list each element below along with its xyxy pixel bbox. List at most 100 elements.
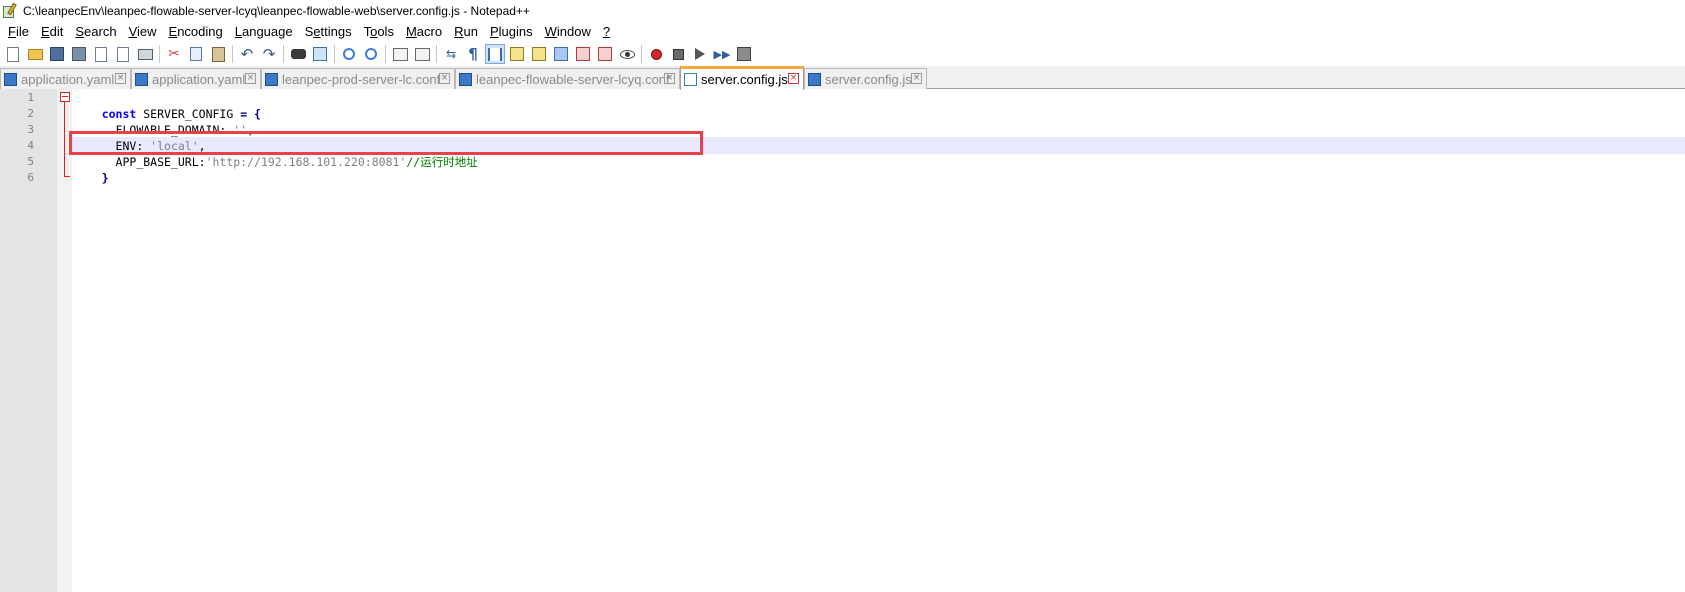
copy-button[interactable] bbox=[186, 44, 206, 64]
save-button[interactable] bbox=[47, 44, 67, 64]
save-macro-button[interactable] bbox=[734, 44, 754, 64]
tab-application-yaml-2[interactable]: application.yaml × bbox=[131, 68, 261, 89]
tab-close-icon[interactable]: × bbox=[911, 73, 922, 84]
doc-list-button[interactable] bbox=[551, 44, 571, 64]
close-all-icon bbox=[117, 46, 129, 62]
line-number: 6 bbox=[27, 171, 34, 184]
close-button[interactable] bbox=[91, 44, 111, 64]
binoculars-icon bbox=[290, 49, 306, 59]
tab-server-config-js[interactable]: server.config.js × bbox=[804, 68, 927, 89]
doc-map-button[interactable] bbox=[529, 44, 549, 64]
toolbar: ✂ ↶ ↷ ⇆ ¶ ▶▶ bbox=[0, 42, 1685, 66]
sync-vertical-button[interactable] bbox=[390, 44, 410, 64]
copy-icon bbox=[190, 47, 202, 61]
record-macro-button[interactable] bbox=[646, 44, 666, 64]
run-macro-multiple-button[interactable]: ▶▶ bbox=[712, 44, 732, 64]
document-map-icon bbox=[532, 47, 546, 61]
find-button[interactable] bbox=[288, 44, 308, 64]
file-icon bbox=[459, 72, 472, 86]
menu-macro[interactable]: Macro bbox=[400, 22, 448, 42]
cut-button[interactable]: ✂ bbox=[164, 44, 184, 64]
replace-button[interactable] bbox=[310, 44, 330, 64]
line-number: 2 bbox=[27, 107, 34, 120]
show-all-chars-button[interactable]: ¶ bbox=[463, 44, 483, 64]
pilcrow-icon: ¶ bbox=[468, 44, 478, 63]
play-macro-button[interactable] bbox=[690, 44, 710, 64]
print-button[interactable] bbox=[135, 44, 155, 64]
record-icon bbox=[650, 48, 662, 60]
menu-plugins[interactable]: Plugins bbox=[484, 22, 539, 42]
editor-pane[interactable]: 1 2 3 4 5 6 const SERVER_CONFIG = { FLOW… bbox=[0, 89, 1685, 592]
save-all-button[interactable] bbox=[69, 44, 89, 64]
title-bar: C:\leanpecEnv\leanpec-flowable-server-lc… bbox=[0, 0, 1685, 22]
function-list-button[interactable] bbox=[573, 44, 593, 64]
word-wrap-button[interactable]: ⇆ bbox=[441, 44, 461, 64]
window-title: C:\leanpecEnv\leanpec-flowable-server-lc… bbox=[23, 4, 530, 18]
annotation-highlight-box bbox=[69, 131, 703, 155]
toolbar-divider bbox=[283, 45, 284, 63]
menu-language[interactable]: Language bbox=[229, 22, 299, 42]
menu-settings[interactable]: Settings bbox=[299, 22, 358, 42]
tab-server-config-js-active[interactable]: server.config.js × bbox=[680, 66, 804, 90]
user-language-icon bbox=[510, 47, 524, 61]
file-icon bbox=[4, 72, 17, 86]
tab-close-icon[interactable]: × bbox=[788, 73, 799, 84]
toolbar-divider bbox=[232, 45, 233, 63]
menu-encoding[interactable]: Encoding bbox=[163, 22, 229, 42]
folder-workspace-button[interactable] bbox=[595, 44, 615, 64]
tab-close-icon[interactable]: × bbox=[115, 73, 126, 84]
tab-close-icon[interactable]: × bbox=[439, 73, 450, 84]
close-all-button[interactable] bbox=[113, 44, 133, 64]
code-line-1: const SERVER_CONFIG = { bbox=[101, 107, 261, 121]
sync-horizontal-icon bbox=[414, 47, 430, 61]
zoom-in-button[interactable] bbox=[339, 44, 359, 64]
save-all-icon bbox=[72, 47, 86, 61]
stop-macro-button[interactable] bbox=[668, 44, 688, 64]
menu-edit[interactable]: Edit bbox=[35, 22, 69, 42]
menu-view[interactable]: View bbox=[123, 22, 163, 42]
file-icon bbox=[808, 72, 821, 86]
file-icon bbox=[684, 73, 697, 86]
open-file-button[interactable] bbox=[25, 44, 45, 64]
menu-bar: File Edit Search View Encoding Language … bbox=[0, 22, 1685, 42]
menu-search[interactable]: Search bbox=[69, 22, 122, 42]
document-tab-bar: application.yaml × application.yaml × le… bbox=[0, 66, 1685, 90]
menu-file[interactable]: File bbox=[2, 22, 35, 42]
fold-collapse-icon[interactable] bbox=[60, 92, 70, 102]
tab-close-icon[interactable]: × bbox=[245, 73, 256, 84]
menu-run[interactable]: Run bbox=[448, 22, 484, 42]
toolbar-divider bbox=[641, 45, 642, 63]
open-folder-icon bbox=[27, 48, 43, 60]
udl-button[interactable] bbox=[507, 44, 527, 64]
fold-guide-line bbox=[64, 102, 65, 176]
line-number: 3 bbox=[27, 123, 34, 136]
redo-button[interactable]: ↷ bbox=[259, 44, 279, 64]
scissors-icon: ✂ bbox=[168, 46, 180, 62]
new-file-button[interactable] bbox=[3, 44, 23, 64]
zoom-out-button[interactable] bbox=[361, 44, 381, 64]
tab-leanpec-prod-server-lc-conf[interactable]: leanpec-prod-server-lc.conf × bbox=[261, 68, 455, 89]
notepad-plus-plus-icon bbox=[2, 2, 18, 19]
replace-icon bbox=[313, 47, 327, 61]
line-number-gutter: 1 2 3 4 5 6 bbox=[0, 89, 57, 592]
paste-button[interactable] bbox=[208, 44, 228, 64]
toolbar-divider bbox=[159, 45, 160, 63]
menu-tools[interactable]: Tools bbox=[358, 22, 400, 42]
menu-help[interactable]: ? bbox=[597, 22, 616, 42]
paste-icon bbox=[211, 46, 225, 62]
indent-guide-button[interactable] bbox=[485, 44, 505, 64]
menu-window[interactable]: Window bbox=[539, 22, 597, 42]
function-list-icon bbox=[576, 47, 590, 61]
play-icon bbox=[695, 48, 705, 60]
line-number: 5 bbox=[27, 155, 34, 168]
sync-horizontal-button[interactable] bbox=[412, 44, 432, 64]
indent-guide-icon bbox=[488, 47, 502, 61]
zoom-in-icon bbox=[343, 48, 355, 60]
undo-icon: ↶ bbox=[240, 44, 254, 63]
monitoring-button[interactable] bbox=[617, 44, 637, 64]
tab-leanpec-flowable-server-lcyq-conf[interactable]: leanpec-flowable-server-lcyq.conf × bbox=[455, 68, 680, 89]
tab-application-yaml-1[interactable]: application.yaml × bbox=[0, 68, 131, 89]
undo-button[interactable]: ↶ bbox=[237, 44, 257, 64]
tab-close-icon[interactable]: × bbox=[664, 73, 675, 84]
zoom-out-icon bbox=[365, 48, 377, 60]
